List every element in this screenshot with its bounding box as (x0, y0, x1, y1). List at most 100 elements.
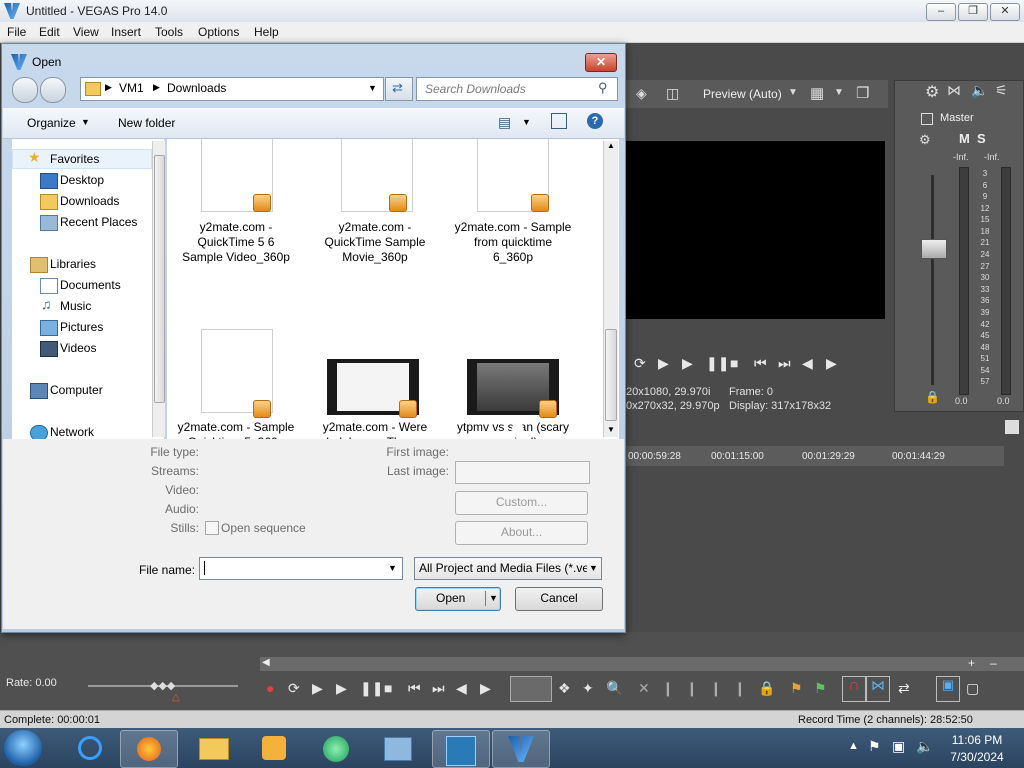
selection-tool-icon[interactable]: ✦ (582, 680, 594, 697)
nav-item-computer[interactable]: Computer (50, 383, 103, 397)
split-screen-icon[interactable]: ◈ (636, 85, 647, 102)
dialog-close-button[interactable]: ✕ (585, 53, 617, 72)
about-button[interactable]: About... (455, 521, 588, 545)
prev-frame-icon[interactable]: ◀ (456, 680, 467, 697)
lock-icon[interactable]: 🔒 (758, 680, 775, 697)
forward-button[interactable] (40, 77, 66, 103)
nav-item-network[interactable]: Network (50, 425, 94, 439)
media-center-icon[interactable] (308, 730, 364, 766)
chevron-down-icon[interactable]: ▼ (489, 588, 498, 609)
go-end-icon[interactable]: ⏭ (432, 680, 445, 697)
play-icon[interactable]: ▶ (336, 680, 347, 697)
go-end-icon[interactable]: ⏭ (778, 355, 791, 372)
internet-explorer-icon[interactable] (62, 730, 118, 766)
file-scroll-thumb[interactable] (605, 329, 617, 421)
nav-item-downloads[interactable]: Downloads (60, 194, 119, 208)
fx-icon[interactable]: ⚙ (919, 132, 931, 148)
overlay-grid-icon[interactable]: ▦ (810, 84, 824, 102)
chevron-down-icon[interactable]: ▼ (522, 117, 531, 127)
nav-item-videos[interactable]: Videos (60, 341, 96, 355)
menu-options[interactable]: Options (198, 25, 239, 39)
breadcrumb-vm1[interactable]: VM1 (119, 81, 144, 95)
nav-item-pictures[interactable]: Pictures (60, 320, 103, 334)
file-name[interactable]: y2mate.com - QuickTime Sample Movie_360p (315, 220, 435, 265)
nav-item-documents[interactable]: Documents (60, 278, 121, 292)
tuning-icon[interactable]: ⚟ (995, 82, 1008, 99)
clock-time[interactable]: 11:06 PM (942, 733, 1012, 747)
clock-date[interactable]: 7/30/2024 (942, 750, 1012, 764)
nav-item-desktop[interactable]: Desktop (60, 173, 104, 187)
play-icon[interactable]: ▶ (682, 355, 693, 372)
marker-icon[interactable]: ⚑ (790, 680, 803, 697)
nav-item-music[interactable]: Music (60, 299, 91, 313)
rate-slider-handle[interactable]: ◆◆◆ (150, 679, 175, 692)
scroll-left-icon[interactable]: ◀ (262, 657, 270, 668)
refresh-button[interactable]: ⇄ (385, 77, 413, 101)
nav-item-favorites[interactable]: Favorites (50, 152, 99, 166)
vegas-taskbar-icon[interactable] (492, 730, 550, 768)
nav-pane-scrollbar[interactable] (152, 141, 165, 437)
back-button[interactable] (12, 77, 38, 103)
play-from-start-icon[interactable]: ▶ (658, 355, 669, 372)
control-panel-icon[interactable] (370, 730, 426, 766)
zoom-out-icon[interactable]: – (990, 656, 997, 670)
loop-icon[interactable]: ⟳ (634, 355, 646, 372)
change-view-icon[interactable]: ▤ (498, 114, 511, 131)
organize-button[interactable]: Organize (27, 116, 76, 130)
tray-expand-icon[interactable]: ▲ (848, 740, 859, 752)
menu-insert[interactable]: Insert (111, 25, 141, 39)
timeline-ruler[interactable]: 00:00:59:28 00:01:15:00 00:01:29:29 00:0… (626, 446, 1004, 466)
envelope-tool-icon[interactable]: ❖ (558, 680, 571, 697)
file-name-input[interactable]: ▼ (199, 557, 403, 580)
maximize-button[interactable]: ❐ (958, 3, 988, 21)
file-type-select[interactable]: All Project and Media Files (*.ve ▼ (414, 557, 602, 580)
cancel-button[interactable]: Cancel (515, 587, 603, 611)
preview-mode-icon[interactable]: ◫ (666, 85, 679, 102)
timeline-scrollbar[interactable]: ◀ + – (260, 656, 1024, 671)
marker-flag-icon[interactable] (1005, 420, 1019, 434)
ignore-grouping-icon[interactable]: ▢ (966, 680, 979, 697)
close-button[interactable]: ✕ (990, 3, 1020, 21)
nav-item-libraries[interactable]: Libraries (50, 257, 96, 271)
timeline-tracks[interactable] (626, 466, 1004, 658)
ripple-edit-icon[interactable]: ⇄ (898, 680, 910, 697)
file-manager-icon[interactable] (432, 730, 490, 768)
open-button[interactable]: Open ▼ (415, 587, 501, 611)
region-icon[interactable]: ⚑ (814, 680, 827, 697)
go-start-icon[interactable]: ⏮ (408, 680, 421, 697)
snapping-icon[interactable]: ∩ (842, 676, 866, 702)
file-name[interactable]: y2mate.com - QuickTime 5 6 Sample Video_… (176, 220, 296, 265)
pause-icon[interactable]: ❚❚ (706, 355, 729, 372)
play-from-start-icon[interactable]: ▶ (312, 680, 323, 697)
go-start-icon[interactable]: ⏮ (754, 355, 767, 372)
address-bar[interactable]: ▶ VM1 ▶ Downloads ▼ (80, 77, 384, 101)
help-icon[interactable]: ? (587, 113, 603, 129)
breadcrumb-downloads[interactable]: Downloads (167, 81, 226, 95)
volume-muted-icon[interactable]: 🔈 (916, 738, 933, 755)
menu-tools[interactable]: Tools (155, 25, 183, 39)
scroll-down-icon[interactable]: ▼ (607, 425, 615, 434)
preview-pane-icon[interactable] (551, 113, 567, 129)
file-explorer-icon[interactable] (186, 730, 242, 766)
zoom-tool-icon[interactable]: 🔍 (606, 680, 623, 697)
edit-tool-button[interactable] (510, 676, 552, 702)
new-folder-button[interactable]: New folder (118, 116, 175, 130)
zoom-in-icon[interactable]: + (968, 656, 975, 670)
master-checkbox[interactable] (921, 113, 933, 125)
media-player-icon[interactable] (246, 730, 302, 766)
menu-file[interactable]: File (7, 25, 26, 39)
search-input[interactable]: Search Downloads ⚲ (416, 77, 618, 101)
address-dropdown-icon[interactable]: ▼ (368, 83, 377, 93)
trim-start-icon[interactable]: ❙ (686, 680, 698, 697)
trim-icon[interactable]: ❙ (662, 680, 674, 697)
last-image-field[interactable] (455, 461, 590, 484)
chevron-down-icon[interactable]: ▼ (388, 563, 397, 573)
speaker-icon[interactable]: 🔈 (971, 82, 988, 99)
firefox-icon[interactable] (120, 730, 178, 768)
pause-icon[interactable]: ❚❚ (360, 680, 383, 697)
trim-end-icon[interactable]: ❙ (710, 680, 722, 697)
menu-view[interactable]: View (73, 25, 99, 39)
next-frame-icon[interactable]: ▶ (480, 680, 491, 697)
file-list-scrollbar[interactable]: ▲ ▼ (603, 141, 618, 437)
copy-snapshot-icon[interactable]: ❐ (856, 84, 869, 102)
